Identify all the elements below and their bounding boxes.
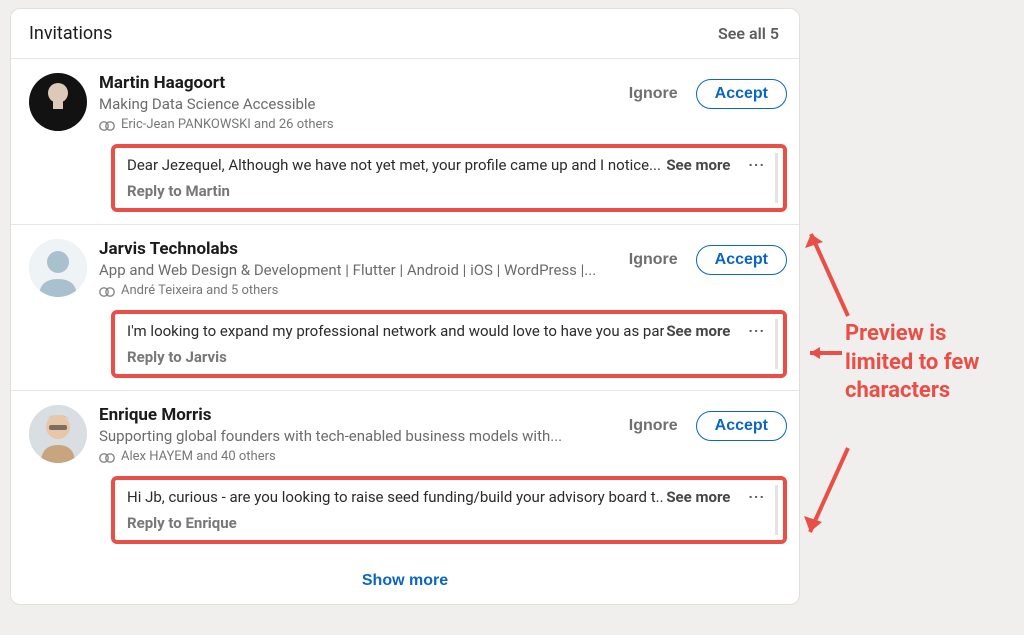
mutual-connections[interactable]: André Teixeira and 5 others <box>99 283 613 298</box>
more-icon[interactable]: ··· <box>742 322 771 340</box>
invitations-card: Invitations See all 5 Martin Haagoort Ma… <box>10 8 800 605</box>
invite-row: Jarvis Technolabs App and Web Design & D… <box>11 225 799 391</box>
reply-link[interactable]: Reply to Martin <box>127 182 771 200</box>
ignore-button[interactable]: Ignore <box>625 411 682 441</box>
invite-name[interactable]: Enrique Morris <box>99 405 613 425</box>
avatar[interactable] <box>29 239 87 297</box>
invite-info: Enrique Morris Supporting global founder… <box>99 405 613 464</box>
invite-row: Martin Haagoort Making Data Science Acce… <box>11 59 799 225</box>
mutual-icon <box>99 452 115 462</box>
invite-top: Martin Haagoort Making Data Science Acce… <box>29 73 787 132</box>
card-header: Invitations See all 5 <box>11 9 799 59</box>
mutual-text: André Teixeira and 5 others <box>121 283 278 298</box>
message-line: I'm looking to expand my professional ne… <box>127 322 771 340</box>
avatar[interactable] <box>29 405 87 463</box>
invite-info: Jarvis Technolabs App and Web Design & D… <box>99 239 613 298</box>
annotation-arrow-icon <box>800 442 854 542</box>
message-preview-box: Dear Jezequel, Although we have not yet … <box>111 144 787 212</box>
message-preview-box: Hi Jb, curious - are you looking to rais… <box>111 476 787 544</box>
avatar-placeholder-icon <box>29 239 87 297</box>
accept-button[interactable]: Accept <box>696 79 787 109</box>
message-preview-box: I'm looking to expand my professional ne… <box>111 310 787 378</box>
annotation-arrow-icon <box>802 344 846 362</box>
mutual-icon <box>99 286 115 296</box>
message-text: Dear Jezequel, Although we have not yet … <box>127 156 664 174</box>
invite-name[interactable]: Jarvis Technolabs <box>99 239 613 259</box>
avatar[interactable] <box>29 73 87 131</box>
mutual-connections[interactable]: Alex HAYEM and 40 others <box>99 449 613 464</box>
invite-row: Enrique Morris Supporting global founder… <box>11 391 799 556</box>
message-line: Dear Jezequel, Although we have not yet … <box>127 156 771 174</box>
ignore-button[interactable]: Ignore <box>625 79 682 109</box>
more-icon[interactable]: ··· <box>742 156 771 174</box>
annotation-arrow-icon <box>803 224 853 322</box>
message-line: Hi Jb, curious - are you looking to rais… <box>127 488 771 506</box>
message-text: Hi Jb, curious - are you looking to rais… <box>127 488 664 506</box>
show-more-row: Show more <box>11 556 799 604</box>
invite-headline: App and Web Design & Development | Flutt… <box>99 261 613 279</box>
accept-button[interactable]: Accept <box>696 245 787 275</box>
message-scrollbar[interactable] <box>775 153 778 203</box>
annotation-text: Preview is limited to few characters <box>845 320 1010 406</box>
message-scrollbar[interactable] <box>775 485 778 535</box>
see-more-link[interactable]: See more <box>666 322 730 340</box>
mutual-connections[interactable]: Eric-Jean PANKOWSKI and 26 others <box>99 117 613 132</box>
invite-headline: Making Data Science Accessible <box>99 95 613 113</box>
avatar-image-icon <box>29 73 87 131</box>
reply-link[interactable]: Reply to Jarvis <box>127 348 771 366</box>
reply-link[interactable]: Reply to Enrique <box>127 514 771 532</box>
invite-actions: Ignore Accept <box>625 79 787 109</box>
invite-info: Martin Haagoort Making Data Science Acce… <box>99 73 613 132</box>
message-text: I'm looking to expand my professional ne… <box>127 322 664 340</box>
see-more-link[interactable]: See more <box>666 156 730 174</box>
mutual-text: Eric-Jean PANKOWSKI and 26 others <box>121 117 334 132</box>
show-more-button[interactable]: Show more <box>362 572 448 590</box>
mutual-icon <box>99 120 115 130</box>
avatar-image-icon <box>29 405 87 463</box>
more-icon[interactable]: ··· <box>742 488 771 506</box>
invite-name[interactable]: Martin Haagoort <box>99 73 613 93</box>
accept-button[interactable]: Accept <box>696 411 787 441</box>
ignore-button[interactable]: Ignore <box>625 245 682 275</box>
invite-headline: Supporting global founders with tech-ena… <box>99 427 613 445</box>
invite-actions: Ignore Accept <box>625 411 787 441</box>
message-scrollbar[interactable] <box>775 319 778 369</box>
see-all-link[interactable]: See all 5 <box>718 24 779 43</box>
invite-actions: Ignore Accept <box>625 245 787 275</box>
see-more-link[interactable]: See more <box>666 488 730 506</box>
invite-top: Enrique Morris Supporting global founder… <box>29 405 787 464</box>
mutual-text: Alex HAYEM and 40 others <box>121 449 276 464</box>
invite-top: Jarvis Technolabs App and Web Design & D… <box>29 239 787 298</box>
card-title: Invitations <box>29 23 112 44</box>
